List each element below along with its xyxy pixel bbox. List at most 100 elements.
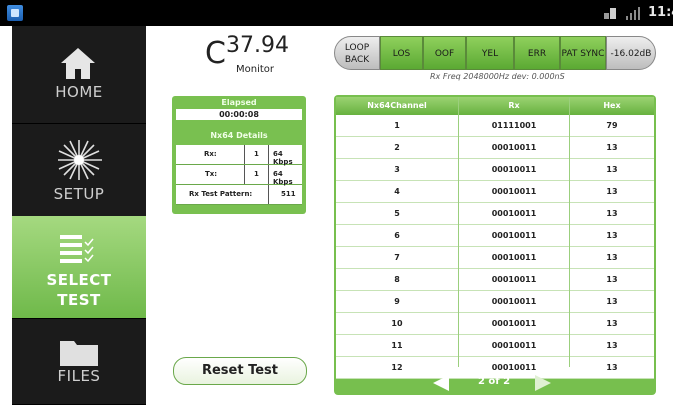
cell-channel: 5 bbox=[394, 209, 400, 218]
cell-channel: 4 bbox=[394, 187, 400, 196]
col-header-channel: Nx64Channel bbox=[367, 101, 427, 110]
cell-channel: 8 bbox=[394, 275, 400, 284]
table-row: 7 00010011 13 bbox=[336, 247, 654, 269]
cell-hex: 13 bbox=[606, 143, 618, 152]
oof-indicator: OOF bbox=[423, 36, 466, 70]
cell-rx: 00010011 bbox=[491, 165, 537, 174]
cell-rx: 00010011 bbox=[491, 187, 537, 196]
table-row: 9 00010011 13 bbox=[336, 291, 654, 313]
nav-select-label-1: SELECT bbox=[46, 271, 112, 289]
data-transfer-icon bbox=[604, 8, 616, 19]
cell-rx: 00010011 bbox=[491, 275, 537, 284]
cell-channel: 11 bbox=[391, 341, 403, 350]
err-indicator: ERR bbox=[514, 36, 560, 70]
table-row: 10 00010011 13 bbox=[336, 313, 654, 335]
next-page-icon[interactable] bbox=[535, 375, 551, 391]
nav-files-label: FILES bbox=[57, 367, 101, 385]
pattern-label: Rx Test Pattern: bbox=[189, 190, 253, 198]
cell-channel: 7 bbox=[394, 253, 400, 262]
table-row: 2 00010011 13 bbox=[336, 137, 654, 159]
los-indicator: LOS bbox=[380, 36, 423, 70]
app-icon bbox=[7, 5, 23, 21]
pager: 2 of 2 bbox=[334, 370, 656, 395]
page-indicator: 2 of 2 bbox=[477, 376, 511, 387]
pat-sync-indicator: PAT SYNC bbox=[560, 36, 606, 70]
cell-rx: 00010011 bbox=[491, 297, 537, 306]
tx-count: 1 bbox=[254, 170, 259, 178]
details-tx-row: Tx: 1 64 Kbps bbox=[176, 165, 302, 186]
laser-icon bbox=[58, 140, 102, 180]
nav-files[interactable]: FILES bbox=[12, 318, 146, 405]
cell-hex: 13 bbox=[606, 275, 618, 284]
table-row: 4 00010011 13 bbox=[336, 181, 654, 203]
loopback-label-1: LOOP bbox=[344, 43, 370, 53]
rx-rate: 64 Kbps bbox=[273, 150, 293, 166]
cell-hex: 13 bbox=[606, 297, 618, 306]
rx-count: 1 bbox=[254, 150, 259, 158]
folder-icon bbox=[60, 341, 98, 366]
cell-hex: 13 bbox=[606, 165, 618, 174]
signal-level: -16.02dB bbox=[606, 36, 656, 70]
cell-rx: 00010011 bbox=[491, 231, 537, 240]
loopback-label-2: BACK bbox=[344, 55, 370, 65]
temperature-label: Monitor bbox=[236, 64, 275, 75]
table-row: 8 00010011 13 bbox=[336, 269, 654, 291]
cell-hex: 13 bbox=[606, 319, 618, 328]
details-table: Rx: 1 64 Kbps Tx: 1 64 Kbps Rx Test Patt… bbox=[176, 145, 302, 205]
loopback-button[interactable]: LOOP BACK bbox=[334, 36, 380, 70]
yel-indicator: YEL bbox=[466, 36, 514, 70]
cell-rx: 00010011 bbox=[491, 253, 537, 262]
reset-test-button[interactable]: Reset Test bbox=[173, 357, 307, 385]
home-icon bbox=[61, 48, 95, 79]
pattern-value: 511 bbox=[281, 190, 296, 198]
cell-hex: 13 bbox=[606, 187, 618, 196]
cell-channel: 3 bbox=[394, 165, 400, 174]
cell-hex: 13 bbox=[606, 341, 618, 350]
cell-channel: 10 bbox=[391, 319, 403, 328]
details-pattern-row: Rx Test Pattern: 511 bbox=[176, 185, 302, 205]
table-row: 1 01111001 79 bbox=[336, 115, 654, 137]
temperature-unit: C bbox=[205, 36, 226, 71]
table-body: 1 01111001 79 2 00010011 13 3 00010011 13 4 000100… bbox=[336, 115, 654, 379]
cell-rx: 00010011 bbox=[491, 319, 537, 328]
details-header: Nx64 Details bbox=[210, 131, 268, 140]
cell-channel: 6 bbox=[394, 231, 400, 240]
cell-hex: 79 bbox=[606, 121, 618, 130]
checklist-icon bbox=[60, 235, 94, 263]
elapsed-time: 00:00:08 bbox=[176, 109, 302, 120]
rx-frequency: Rx Freq 2048000Hz dev: 0.000nS bbox=[430, 72, 565, 81]
nav-home[interactable]: HOME bbox=[12, 26, 146, 124]
signal-bars-icon bbox=[626, 7, 640, 20]
sidebar-nav: HOME SETUP SELECT TEST FILES bbox=[12, 26, 146, 405]
elapsed-header: Elapsed bbox=[221, 98, 257, 107]
rx-label: Rx: bbox=[204, 150, 217, 158]
cell-hex: 13 bbox=[606, 231, 618, 240]
table-row: 3 00010011 13 bbox=[336, 159, 654, 181]
nav-select-test[interactable]: SELECT TEST bbox=[12, 216, 146, 319]
table-row: 6 00010011 13 bbox=[336, 225, 654, 247]
table-row: 5 00010011 13 bbox=[336, 203, 654, 225]
status-bar: 11:42 bbox=[0, 0, 673, 26]
col-header-hex: Hex bbox=[603, 101, 621, 110]
cell-hex: 13 bbox=[606, 209, 618, 218]
cell-rx: 00010011 bbox=[491, 341, 537, 350]
test-details-panel: Elapsed 00:00:08 Nx64 Details Rx: 1 64 K… bbox=[172, 96, 306, 214]
clock: 11:42 bbox=[648, 5, 673, 20]
tx-label: Tx: bbox=[205, 170, 218, 178]
cell-rx: 00010011 bbox=[491, 209, 537, 218]
cell-channel: 9 bbox=[394, 297, 400, 306]
temperature-value: 37.94 bbox=[226, 33, 289, 58]
cell-channel: 1 bbox=[394, 121, 400, 130]
cell-hex: 13 bbox=[606, 253, 618, 262]
cell-rx: 01111001 bbox=[491, 121, 537, 130]
table-row: 11 00010011 13 bbox=[336, 335, 654, 357]
details-rx-row: Rx: 1 64 Kbps bbox=[176, 145, 302, 166]
nav-select-label-2: TEST bbox=[57, 291, 101, 309]
prev-page-icon[interactable] bbox=[433, 375, 449, 391]
cell-channel: 2 bbox=[394, 143, 400, 152]
col-header-rx: Rx bbox=[508, 101, 520, 110]
table-header: Nx64Channel Rx Hex bbox=[336, 97, 654, 115]
nav-setup-label: SETUP bbox=[53, 185, 105, 203]
tx-rate: 64 Kbps bbox=[273, 170, 293, 186]
nav-home-label: HOME bbox=[55, 83, 103, 101]
